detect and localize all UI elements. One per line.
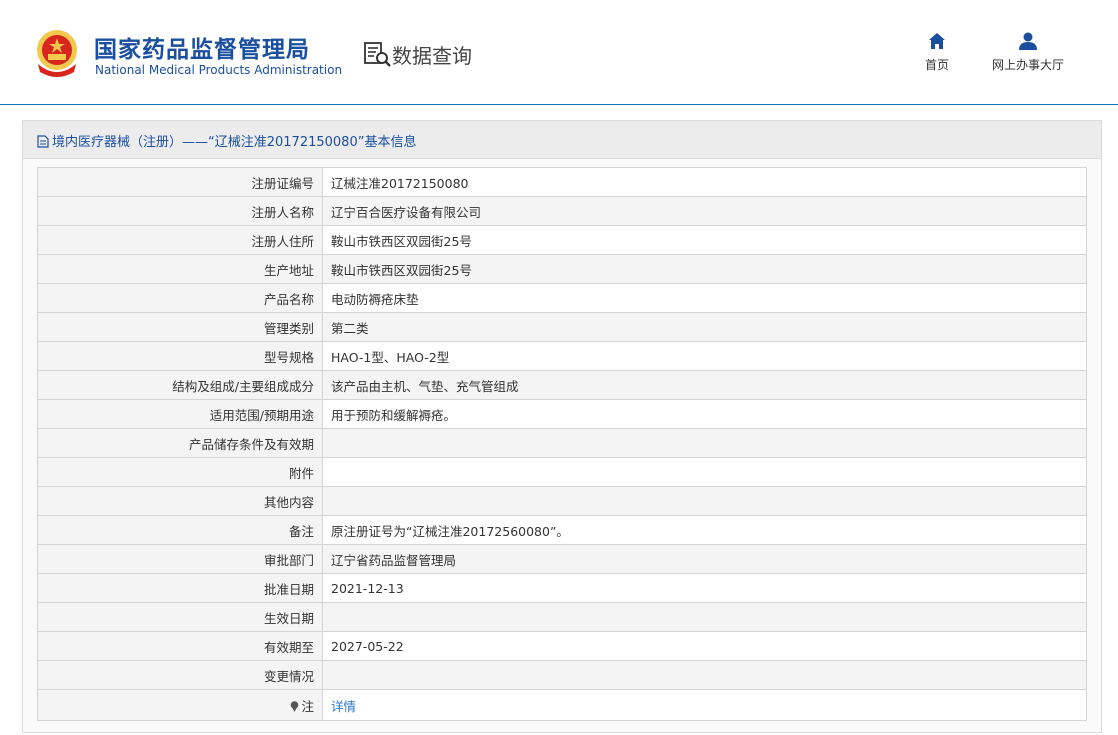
site-header: 国家药品监督管理局 National Medical Products Admi…: [0, 0, 1118, 105]
table-row: 产品储存条件及有效期: [37, 428, 1087, 458]
note-value-cell: 详情: [322, 689, 1087, 721]
logo-chinese-name: 国家药品监督管理局: [94, 37, 310, 63]
field-label: 备注: [37, 515, 323, 545]
field-label: 生产地址: [37, 254, 323, 284]
table-row: 附件: [37, 457, 1087, 487]
nav-home-label: 首页: [924, 58, 949, 72]
field-label: 适用范围/预期用途: [37, 399, 323, 429]
field-value: [322, 457, 1087, 487]
field-value: 原注册证号为“辽械注准20172560080”。: [322, 515, 1087, 545]
note-row: 注 详情: [37, 689, 1087, 721]
panel-title-wrap: 境内医疗器械（注册）——“辽械注准20172150080”基本信息: [37, 131, 416, 150]
field-value: 该产品由主机、气垫、充气管组成: [322, 370, 1087, 400]
info-table: 注册证编号 辽械注准20172150080 注册人名称 辽宁百合医疗设备有限公司 注册人…: [37, 167, 1087, 721]
field-label: 注册证编号: [37, 167, 323, 197]
table-row: 有效期至 2027-05-22: [37, 631, 1087, 661]
panel-header: 境内医疗器械（注册）——“辽械注准20172150080”基本信息: [23, 121, 1101, 159]
table-row: 注册人住所 鞍山市铁西区双园街25号: [37, 225, 1087, 255]
table-row: 变更情况: [37, 660, 1087, 690]
table-row: 其他内容: [37, 486, 1087, 516]
field-value: 第二类: [322, 312, 1087, 342]
field-label: 生效日期: [37, 602, 323, 632]
field-value: 用于预防和缓解褥疮。: [322, 399, 1087, 429]
field-value: 辽宁省药品监督管理局: [322, 544, 1087, 574]
field-value: 电动防褥疮床垫: [322, 283, 1087, 313]
field-value: [322, 602, 1087, 632]
field-label: 批准日期: [37, 573, 323, 603]
table-row: 适用范围/预期用途 用于预防和缓解褥疮。: [37, 399, 1087, 429]
table-row: 结构及组成/主要组成成分 该产品由主机、气垫、充气管组成: [37, 370, 1087, 400]
logo-english-name: National Medical Products Administration: [95, 63, 343, 77]
field-label: 其他内容: [37, 486, 323, 516]
section-title: 数据查询: [392, 44, 472, 68]
field-value: 鞍山市铁西区双园街25号: [322, 225, 1087, 255]
table-row: 产品名称 电动防褥疮床垫: [37, 283, 1087, 313]
field-value: 辽宁百合医疗设备有限公司: [322, 196, 1087, 226]
field-label: 附件: [37, 457, 323, 487]
national-emblem-icon: [37, 30, 77, 77]
table-row: 审批部门 辽宁省药品监督管理局: [37, 544, 1087, 574]
note-label: 注: [301, 698, 314, 714]
nav-home-link[interactable]: 首页: [917, 32, 957, 73]
field-label: 管理类别: [37, 312, 323, 342]
field-value: 2021-12-13: [322, 573, 1087, 603]
field-label: 变更情况: [37, 660, 323, 690]
field-value: [322, 660, 1087, 690]
field-label: 产品储存条件及有效期: [37, 428, 323, 458]
nav-online-office-link[interactable]: 网上办事大厅: [985, 32, 1071, 73]
table-row: 管理类别 第二类: [37, 312, 1087, 342]
field-label: 审批部门: [37, 544, 323, 574]
nav-online-office-label: 网上办事大厅: [991, 58, 1064, 72]
table-row: 生产地址 鞍山市铁西区双园街25号: [37, 254, 1087, 284]
home-icon: [929, 33, 945, 49]
table-row: 备注 原注册证号为“辽械注准20172560080”。: [37, 515, 1087, 545]
table-row: 注册证编号 辽械注准20172150080: [37, 167, 1087, 197]
field-value: [322, 428, 1087, 458]
field-value: 鞍山市铁西区双园街25号: [322, 254, 1087, 284]
data-query-icon: [364, 42, 391, 67]
field-value: 2027-05-22: [322, 631, 1087, 661]
field-label: 结构及组成/主要组成成分: [37, 370, 323, 400]
table-row: 生效日期: [37, 602, 1087, 632]
table-row: 注册人名称 辽宁百合医疗设备有限公司: [37, 196, 1087, 226]
note-label-cell: 注: [37, 689, 323, 721]
field-value: 辽械注准20172150080: [322, 167, 1087, 197]
field-label: 注册人住所: [37, 225, 323, 255]
field-value: [322, 486, 1087, 516]
details-link[interactable]: 详情: [331, 699, 356, 714]
field-label: 产品名称: [37, 283, 323, 313]
panel-title: 境内医疗器械（注册）——“辽械注准20172150080”基本信息: [52, 135, 417, 150]
field-label: 注册人名称: [37, 196, 323, 226]
table-row: 型号规格 HAO-1型、HAO-2型: [37, 341, 1087, 371]
user-icon: [1019, 32, 1037, 50]
device-info-panel: 境内医疗器械（注册）——“辽械注准20172150080”基本信息 注册证编号辽…: [22, 120, 1102, 733]
document-icon: [37, 135, 49, 148]
field-label: 型号规格: [37, 341, 323, 371]
field-label: 有效期至: [37, 631, 323, 661]
table-row: 批准日期 2021-12-13: [37, 573, 1087, 603]
field-value: HAO-1型、HAO-2型: [322, 341, 1087, 371]
pin-icon: [291, 700, 299, 712]
